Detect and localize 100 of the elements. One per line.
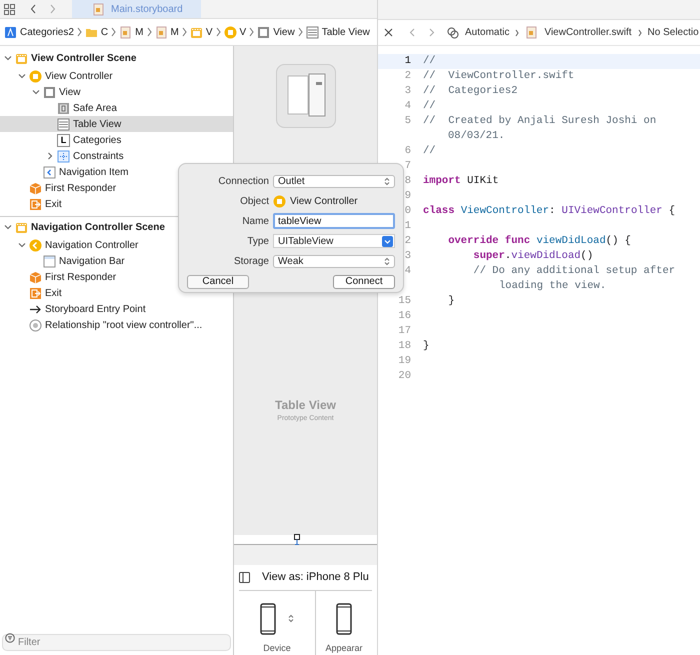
disclosure-icon[interactable]	[18, 72, 26, 80]
arrow-icon	[29, 302, 42, 316]
jump-bar-item[interactable]: ViewController.swift	[544, 25, 632, 40]
chevron-icon	[146, 27, 152, 37]
line-number: 4	[404, 264, 411, 279]
breadcrumb-item[interactable]: V	[190, 24, 213, 40]
outline-item[interactable]: Constraints	[0, 148, 233, 164]
line-number: 1	[404, 218, 411, 234]
stepper-icon	[384, 256, 390, 266]
phone-icon[interactable]	[260, 602, 276, 634]
line-number: 20	[398, 368, 411, 384]
line-number: 2	[404, 234, 411, 249]
line-number: 15	[398, 294, 411, 309]
breadcrumb-item[interactable]: View	[257, 24, 295, 40]
cube-icon	[29, 270, 42, 284]
exit-icon	[29, 198, 42, 210]
jump-bar-item[interactable]: No Selectio	[648, 25, 699, 40]
outline-item[interactable]: Relationship "root view controller"...	[0, 317, 233, 333]
code-line: super.viewDidLoad()	[472, 248, 594, 264]
line-number: 1	[404, 54, 411, 69]
file-icon	[525, 26, 538, 39]
line-number: 3	[404, 84, 411, 99]
type-combo-box[interactable]: UITableView	[273, 234, 395, 248]
line-number: 6	[404, 144, 411, 159]
project-icon	[4, 26, 17, 38]
code-line: // ViewController.swift	[423, 68, 574, 84]
table-view-title: Table View	[275, 397, 336, 414]
chevron-icon	[182, 27, 187, 37]
stepper-icon	[384, 176, 390, 186]
breadcrumb-item[interactable]: C	[84, 24, 108, 40]
outline-item[interactable]: Storyboard Entry Point	[0, 301, 233, 317]
outline-item[interactable]: L Categories	[0, 132, 233, 148]
code-line: override func viewDidLoad() {	[447, 234, 631, 249]
line-number: 18	[398, 338, 411, 354]
chevron-icon	[76, 27, 82, 37]
view-controller-icon	[273, 194, 286, 208]
file-icon	[154, 26, 168, 38]
scene-thumbnail[interactable]	[276, 64, 336, 128]
line-number: 3	[404, 248, 411, 264]
table-view-icon	[306, 26, 319, 38]
scene-row[interactable]: Navigation Controller Scene	[0, 217, 233, 237]
outline-item[interactable]: Table View	[0, 116, 233, 132]
safe-area-icon	[57, 102, 70, 114]
popup-button[interactable]: Outlet	[273, 174, 395, 188]
option-label: Appearar	[325, 642, 363, 655]
chevron-icon	[638, 28, 642, 36]
disclosure-icon[interactable]	[4, 54, 12, 62]
code-line: import UIKit	[423, 174, 499, 189]
code-line: 08/03/21.	[447, 128, 505, 144]
back-icon[interactable]	[30, 4, 37, 14]
grid-icon[interactable]	[4, 4, 15, 14]
line-number: 5	[404, 114, 411, 129]
outline-item[interactable]: Safe Area	[0, 100, 233, 116]
constraints-icon	[57, 150, 70, 162]
linked-circles-icon[interactable]	[447, 26, 459, 38]
popup-button[interactable]: Weak	[273, 254, 395, 268]
line-number: 0	[404, 204, 411, 219]
filter-field[interactable]: Filter	[2, 634, 231, 651]
code-line: //	[423, 144, 436, 159]
connect-button[interactable]: Connect	[333, 275, 395, 289]
exit-icon	[29, 286, 42, 300]
code-line: loading the view.	[498, 278, 606, 294]
jump-bar-item[interactable]: Automatic	[465, 25, 510, 40]
breadcrumb-item[interactable]: Table View	[306, 24, 370, 40]
scene-icon	[15, 52, 28, 64]
resize-handle-icon[interactable]	[294, 534, 300, 545]
scene-row[interactable]: View Controller Scene	[0, 48, 233, 68]
outline-item[interactable]: Navigation Controller	[0, 237, 233, 253]
line-number: 9	[404, 188, 411, 204]
code-line: }	[423, 338, 430, 354]
line-number: 2	[404, 68, 411, 84]
option-label: Device	[263, 642, 291, 654]
disclosure-icon[interactable]	[4, 223, 12, 231]
outline-item[interactable]: Exit	[0, 196, 233, 212]
breadcrumb-item[interactable]: Categories2	[4, 24, 74, 40]
disclosure-icon[interactable]	[46, 152, 54, 160]
line-number: 7	[404, 158, 411, 174]
cancel-button[interactable]: Cancel	[187, 275, 249, 289]
field-label: Type	[246, 234, 269, 248]
breadcrumb-item[interactable]: M	[119, 24, 144, 40]
code-line: class ViewController: UIViewController {	[423, 204, 676, 219]
breadcrumb-item[interactable]: V	[224, 24, 246, 40]
name-field[interactable]: tableView	[273, 213, 395, 229]
phone-icon[interactable]	[336, 602, 352, 634]
code-line: }	[447, 294, 455, 309]
table-view-icon	[57, 118, 70, 130]
line-number: 8	[404, 174, 411, 189]
navigation-item-icon	[43, 166, 56, 178]
label-icon: L	[57, 134, 70, 146]
close-icon[interactable]	[384, 28, 393, 37]
disclosure-icon[interactable]	[32, 88, 40, 96]
outline-item[interactable]: Navigation Bar	[0, 253, 233, 269]
chevron-icon	[298, 27, 303, 37]
breadcrumb-item[interactable]: M	[154, 24, 179, 40]
outline-item[interactable]: View Controller	[0, 68, 233, 84]
disclosure-icon[interactable]	[18, 241, 26, 249]
outline-item[interactable]: View	[0, 84, 233, 100]
view-icon	[257, 26, 270, 38]
sidebar-icon[interactable]	[239, 572, 250, 583]
filter-icon	[5, 633, 15, 643]
